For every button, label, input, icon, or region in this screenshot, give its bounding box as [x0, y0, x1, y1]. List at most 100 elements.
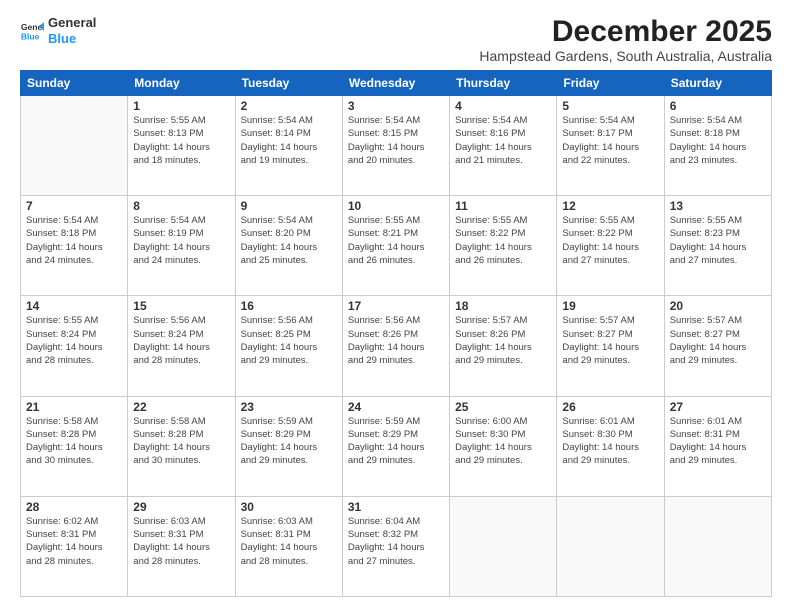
title-section: December 2025 Hampstead Gardens, South A… [479, 15, 772, 64]
day-info: Sunrise: 6:03 AM Sunset: 8:31 PM Dayligh… [133, 515, 229, 568]
day-number: 25 [455, 400, 551, 414]
day-number: 21 [26, 400, 122, 414]
day-info: Sunrise: 5:56 AM Sunset: 8:24 PM Dayligh… [133, 314, 229, 367]
calendar-cell: 22Sunrise: 5:58 AM Sunset: 8:28 PM Dayli… [128, 396, 235, 496]
day-info: Sunrise: 5:55 AM Sunset: 8:22 PM Dayligh… [455, 214, 551, 267]
day-number: 28 [26, 500, 122, 514]
day-number: 2 [241, 99, 337, 113]
day-number: 19 [562, 299, 658, 313]
calendar-cell: 19Sunrise: 5:57 AM Sunset: 8:27 PM Dayli… [557, 296, 664, 396]
day-info: Sunrise: 5:55 AM Sunset: 8:23 PM Dayligh… [670, 214, 766, 267]
calendar-cell: 8Sunrise: 5:54 AM Sunset: 8:19 PM Daylig… [128, 196, 235, 296]
day-info: Sunrise: 5:55 AM Sunset: 8:22 PM Dayligh… [562, 214, 658, 267]
day-info: Sunrise: 5:58 AM Sunset: 8:28 PM Dayligh… [26, 415, 122, 468]
day-info: Sunrise: 5:54 AM Sunset: 8:15 PM Dayligh… [348, 114, 444, 167]
svg-text:Blue: Blue [21, 31, 40, 41]
day-number: 22 [133, 400, 229, 414]
day-number: 26 [562, 400, 658, 414]
day-number: 29 [133, 500, 229, 514]
header-saturday: Saturday [664, 71, 771, 96]
day-info: Sunrise: 5:57 AM Sunset: 8:27 PM Dayligh… [670, 314, 766, 367]
header-friday: Friday [557, 71, 664, 96]
calendar-cell [664, 496, 771, 596]
day-info: Sunrise: 6:03 AM Sunset: 8:31 PM Dayligh… [241, 515, 337, 568]
calendar-cell: 27Sunrise: 6:01 AM Sunset: 8:31 PM Dayli… [664, 396, 771, 496]
day-info: Sunrise: 5:55 AM Sunset: 8:24 PM Dayligh… [26, 314, 122, 367]
day-info: Sunrise: 5:56 AM Sunset: 8:26 PM Dayligh… [348, 314, 444, 367]
day-info: Sunrise: 5:54 AM Sunset: 8:14 PM Dayligh… [241, 114, 337, 167]
day-number: 11 [455, 199, 551, 213]
calendar-cell [557, 496, 664, 596]
day-number: 30 [241, 500, 337, 514]
calendar-week-row: 14Sunrise: 5:55 AM Sunset: 8:24 PM Dayli… [21, 296, 772, 396]
day-info: Sunrise: 6:00 AM Sunset: 8:30 PM Dayligh… [455, 415, 551, 468]
day-info: Sunrise: 5:55 AM Sunset: 8:13 PM Dayligh… [133, 114, 229, 167]
calendar-cell: 14Sunrise: 5:55 AM Sunset: 8:24 PM Dayli… [21, 296, 128, 396]
calendar-cell [450, 496, 557, 596]
day-info: Sunrise: 5:57 AM Sunset: 8:26 PM Dayligh… [455, 314, 551, 367]
calendar-header-row: Sunday Monday Tuesday Wednesday Thursday… [21, 71, 772, 96]
logo-blue-text: Blue [48, 31, 96, 47]
calendar-cell: 11Sunrise: 5:55 AM Sunset: 8:22 PM Dayli… [450, 196, 557, 296]
day-info: Sunrise: 5:56 AM Sunset: 8:25 PM Dayligh… [241, 314, 337, 367]
calendar-cell: 17Sunrise: 5:56 AM Sunset: 8:26 PM Dayli… [342, 296, 449, 396]
day-number: 9 [241, 199, 337, 213]
calendar-cell: 23Sunrise: 5:59 AM Sunset: 8:29 PM Dayli… [235, 396, 342, 496]
calendar-cell: 18Sunrise: 5:57 AM Sunset: 8:26 PM Dayli… [450, 296, 557, 396]
day-info: Sunrise: 5:54 AM Sunset: 8:20 PM Dayligh… [241, 214, 337, 267]
header-thursday: Thursday [450, 71, 557, 96]
header-wednesday: Wednesday [342, 71, 449, 96]
day-number: 16 [241, 299, 337, 313]
day-info: Sunrise: 6:01 AM Sunset: 8:31 PM Dayligh… [670, 415, 766, 468]
header-monday: Monday [128, 71, 235, 96]
day-number: 24 [348, 400, 444, 414]
day-info: Sunrise: 5:54 AM Sunset: 8:18 PM Dayligh… [26, 214, 122, 267]
calendar-cell: 24Sunrise: 5:59 AM Sunset: 8:29 PM Dayli… [342, 396, 449, 496]
calendar-cell: 21Sunrise: 5:58 AM Sunset: 8:28 PM Dayli… [21, 396, 128, 496]
calendar-week-row: 21Sunrise: 5:58 AM Sunset: 8:28 PM Dayli… [21, 396, 772, 496]
day-number: 14 [26, 299, 122, 313]
day-info: Sunrise: 6:01 AM Sunset: 8:30 PM Dayligh… [562, 415, 658, 468]
header-tuesday: Tuesday [235, 71, 342, 96]
logo-general-text: General [48, 15, 96, 31]
calendar-cell: 25Sunrise: 6:00 AM Sunset: 8:30 PM Dayli… [450, 396, 557, 496]
day-number: 27 [670, 400, 766, 414]
calendar-cell: 13Sunrise: 5:55 AM Sunset: 8:23 PM Dayli… [664, 196, 771, 296]
calendar-cell: 7Sunrise: 5:54 AM Sunset: 8:18 PM Daylig… [21, 196, 128, 296]
day-number: 8 [133, 199, 229, 213]
calendar-cell: 26Sunrise: 6:01 AM Sunset: 8:30 PM Dayli… [557, 396, 664, 496]
location-title: Hampstead Gardens, South Australia, Aust… [479, 48, 772, 64]
month-title: December 2025 [479, 15, 772, 48]
day-info: Sunrise: 5:54 AM Sunset: 8:19 PM Dayligh… [133, 214, 229, 267]
calendar-cell: 28Sunrise: 6:02 AM Sunset: 8:31 PM Dayli… [21, 496, 128, 596]
header-sunday: Sunday [21, 71, 128, 96]
calendar-week-row: 7Sunrise: 5:54 AM Sunset: 8:18 PM Daylig… [21, 196, 772, 296]
calendar-cell: 15Sunrise: 5:56 AM Sunset: 8:24 PM Dayli… [128, 296, 235, 396]
calendar-cell: 1Sunrise: 5:55 AM Sunset: 8:13 PM Daylig… [128, 96, 235, 196]
day-info: Sunrise: 5:59 AM Sunset: 8:29 PM Dayligh… [348, 415, 444, 468]
day-info: Sunrise: 6:04 AM Sunset: 8:32 PM Dayligh… [348, 515, 444, 568]
calendar-cell [21, 96, 128, 196]
header: General Blue General Blue December 2025 … [20, 15, 772, 64]
day-number: 17 [348, 299, 444, 313]
calendar-cell: 31Sunrise: 6:04 AM Sunset: 8:32 PM Dayli… [342, 496, 449, 596]
day-number: 23 [241, 400, 337, 414]
day-number: 31 [348, 500, 444, 514]
day-number: 6 [670, 99, 766, 113]
calendar-cell: 16Sunrise: 5:56 AM Sunset: 8:25 PM Dayli… [235, 296, 342, 396]
day-number: 1 [133, 99, 229, 113]
day-number: 3 [348, 99, 444, 113]
logo-icon: General Blue [20, 19, 44, 43]
calendar-cell: 12Sunrise: 5:55 AM Sunset: 8:22 PM Dayli… [557, 196, 664, 296]
calendar-cell: 6Sunrise: 5:54 AM Sunset: 8:18 PM Daylig… [664, 96, 771, 196]
calendar-cell: 10Sunrise: 5:55 AM Sunset: 8:21 PM Dayli… [342, 196, 449, 296]
logo: General Blue General Blue [20, 15, 96, 46]
calendar-cell: 5Sunrise: 5:54 AM Sunset: 8:17 PM Daylig… [557, 96, 664, 196]
calendar-page: General Blue General Blue December 2025 … [0, 0, 792, 612]
day-number: 4 [455, 99, 551, 113]
day-info: Sunrise: 5:57 AM Sunset: 8:27 PM Dayligh… [562, 314, 658, 367]
day-info: Sunrise: 5:54 AM Sunset: 8:16 PM Dayligh… [455, 114, 551, 167]
day-number: 12 [562, 199, 658, 213]
day-number: 7 [26, 199, 122, 213]
day-number: 5 [562, 99, 658, 113]
